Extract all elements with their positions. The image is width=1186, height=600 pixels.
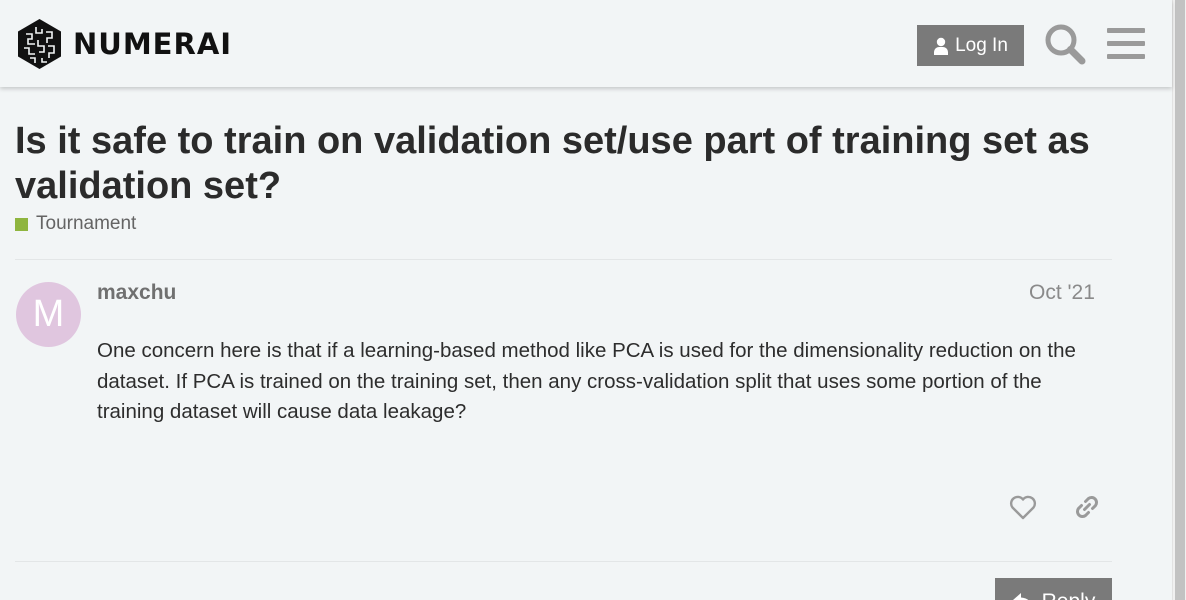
topic-divider bbox=[15, 259, 1112, 260]
login-label: Log In bbox=[955, 34, 1008, 56]
post-username[interactable]: maxchu bbox=[97, 281, 176, 305]
post-date[interactable]: Oct '21 bbox=[1029, 281, 1095, 305]
post-body: One concern here is that if a learning-b… bbox=[97, 339, 1076, 423]
avatar[interactable]: M bbox=[16, 282, 81, 347]
login-button[interactable]: Log In bbox=[917, 25, 1024, 66]
topic-title[interactable]: Is it safe to train on validation set/us… bbox=[15, 119, 1105, 209]
reply-label: Reply bbox=[1042, 590, 1096, 600]
scrollbar-thumb[interactable] bbox=[1175, 0, 1185, 600]
avatar-letter: M bbox=[32, 293, 65, 335]
search-icon[interactable] bbox=[1043, 22, 1087, 66]
heart-icon[interactable] bbox=[1008, 492, 1038, 522]
user-icon bbox=[934, 37, 949, 55]
reply-arrow-icon bbox=[1012, 593, 1028, 600]
category-label: Tournament bbox=[36, 213, 137, 234]
hamburger-menu-icon[interactable] bbox=[1107, 26, 1145, 62]
link-icon[interactable] bbox=[1072, 492, 1102, 522]
category-badge[interactable]: Tournament bbox=[15, 213, 136, 235]
numerai-logo-icon bbox=[18, 19, 61, 69]
brand-name: NUMERAI bbox=[73, 27, 233, 61]
page-scrollbar[interactable] bbox=[1172, 0, 1186, 600]
site-header: NUMERAI Log In bbox=[0, 0, 1172, 87]
post-divider bbox=[15, 561, 1112, 562]
reply-button[interactable]: Reply bbox=[995, 578, 1112, 600]
category-color-swatch bbox=[15, 217, 28, 231]
site-logo[interactable]: NUMERAI bbox=[16, 18, 232, 70]
